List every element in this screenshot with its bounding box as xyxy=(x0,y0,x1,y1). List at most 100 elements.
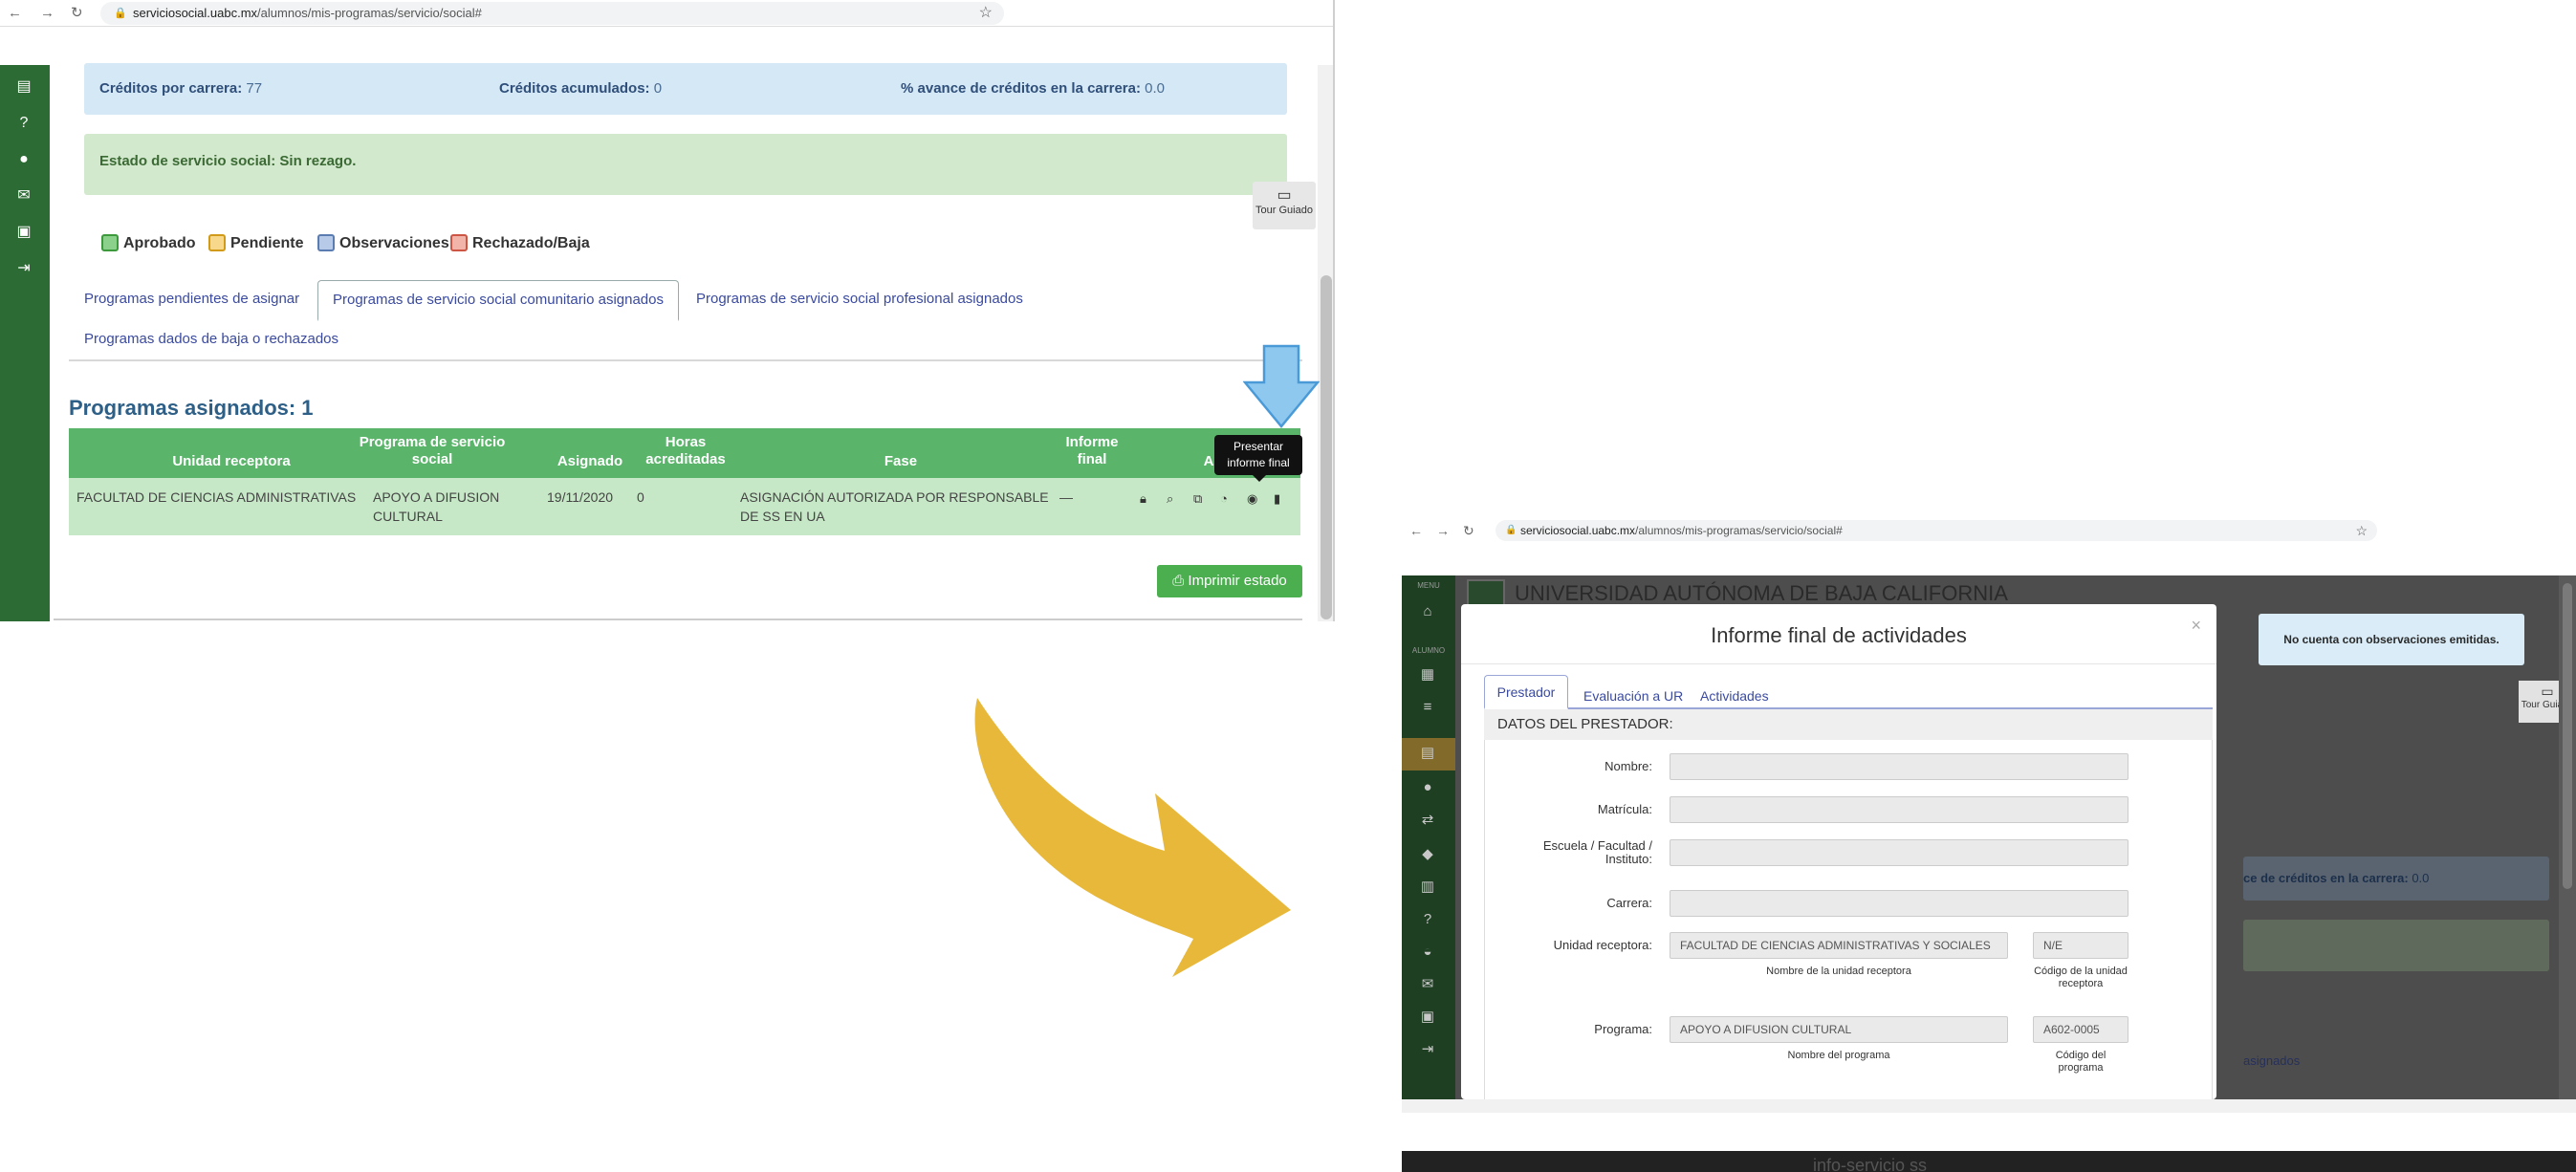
comments-action-icon[interactable]: ◔ xyxy=(1220,491,1228,506)
list-icon[interactable]: ≡ xyxy=(1418,698,1437,717)
th-unit: Unidad receptora xyxy=(172,453,291,469)
mail-icon[interactable]: ✉ xyxy=(13,185,34,206)
mail-icon[interactable]: ✉ xyxy=(1418,975,1437,994)
cell-hours: 0 xyxy=(637,489,644,505)
copy-action-icon[interactable]: ⧉ xyxy=(1193,491,1202,507)
calendar-icon[interactable]: ▦ xyxy=(1418,665,1437,684)
label-school: Escuela / Facultad / Instituto: xyxy=(1542,838,1652,866)
help-unit-name: Nombre de la unidad receptora xyxy=(1766,966,1911,977)
right-screenshot: ← → ↻ 🔒 serviciosocial.uabc.mx/alumnos/m… xyxy=(1402,512,2576,1172)
tab-evaluation[interactable]: Evaluación a UR xyxy=(1583,688,1683,704)
contact-icon[interactable]: ▣ xyxy=(13,222,34,243)
report-action-icon[interactable]: ▮ xyxy=(1274,491,1280,507)
vertical-scrollbar[interactable] xyxy=(2559,575,2576,1099)
school-field[interactable] xyxy=(1670,839,2128,866)
table-row: FACULTAD DE CIENCIAS ADMINISTRATIVAS APO… xyxy=(69,478,1300,535)
credits-panel: Créditos por carrera: 77 Créditos acumul… xyxy=(84,63,1287,115)
help-program-code: Código del programa xyxy=(2055,1050,2107,1074)
tab-professional[interactable]: Programas de servicio social profesional… xyxy=(696,291,1023,307)
reload-icon[interactable]: ↻ xyxy=(71,5,83,22)
forward-icon[interactable]: → xyxy=(40,5,55,22)
logout-icon[interactable]: ⇥ xyxy=(1418,1040,1437,1059)
name-field[interactable] xyxy=(1670,753,2128,780)
provider-section-header: DATOS DEL PRESTADOR: xyxy=(1484,709,2213,740)
tab-dropped[interactable]: Programas dados de baja o rechazados xyxy=(84,331,338,347)
browser-toolbar: ← → ↻ 🔒 serviciosocial.uabc.mx/alumnos/m… xyxy=(0,0,1333,27)
help-icon[interactable]: ? xyxy=(13,113,34,134)
document-icon[interactable]: ▤ xyxy=(13,76,34,98)
matricula-field[interactable] xyxy=(1670,796,2128,823)
lock-icon: 🔒 xyxy=(1505,525,1517,535)
label-unit: Unidad receptora: xyxy=(1553,938,1652,952)
tab-pending[interactable]: Programas pendientes de asignar xyxy=(84,291,299,307)
url-path: /alumnos/mis-programas/servicio/social# xyxy=(257,6,482,20)
home-icon[interactable]: ⌂ xyxy=(1418,602,1437,621)
page-footer: info-servicio ss xyxy=(1402,1151,2576,1172)
cell-report: — xyxy=(1059,489,1073,505)
reload-icon[interactable]: ↻ xyxy=(1463,522,1474,539)
help-program-name: Nombre del programa xyxy=(1787,1050,1890,1061)
th-assigned: Asignado xyxy=(557,453,623,469)
transfer-icon[interactable]: ⇄ xyxy=(1418,811,1437,830)
chat-icon[interactable]: ◒ xyxy=(1418,943,1437,962)
legend-approved: Aprobado xyxy=(101,234,196,252)
sidebar-right: MENU ⌂ ALUMNO ▦ ≡ ▤ ● ⇄ ◆ ▥ ? ◒ ✉ ▣ ⇥ xyxy=(1402,575,1455,1099)
close-icon[interactable]: × xyxy=(2191,616,2201,636)
program-code-field[interactable]: A602-0005 xyxy=(2033,1016,2128,1043)
address-bar[interactable]: 🔒 serviciosocial.uabc.mx/alumnos/mis-pro… xyxy=(1495,520,2377,541)
bookmark-star-icon[interactable]: ☆ xyxy=(2355,520,2368,541)
dimmed-tab-fragment: asignados xyxy=(2243,1053,2301,1068)
menu-tag: MENU xyxy=(1417,581,1440,590)
tab-community[interactable]: Programas de servicio social comunitario… xyxy=(317,280,679,321)
back-icon[interactable]: ← xyxy=(1409,522,1423,539)
th-report: Informe final xyxy=(1065,434,1119,467)
bottom-divider xyxy=(54,619,1302,620)
forward-icon[interactable]: → xyxy=(1436,522,1450,539)
table-icon[interactable]: ▤ xyxy=(1418,744,1437,763)
unit-field[interactable]: FACULTAD DE CIENCIAS ADMINISTRATIVAS Y S… xyxy=(1670,932,2008,959)
scroll-thumb[interactable] xyxy=(2563,583,2572,889)
student-tag: ALUMNO xyxy=(1411,646,1446,655)
scroll-thumb[interactable] xyxy=(1321,275,1332,619)
tooltip-present-report: Presentar informe final xyxy=(1214,435,1302,482)
tag-icon[interactable]: ◆ xyxy=(1418,845,1437,864)
label-name: Nombre: xyxy=(1605,759,1652,773)
user-action-icon[interactable]: ◉ xyxy=(1247,491,1257,507)
vertical-scrollbar[interactable] xyxy=(1318,65,1333,621)
lock-action-icon[interactable]: 🔒︎ xyxy=(1140,491,1146,507)
assigned-title: Programas asignados: 1 xyxy=(69,396,314,420)
tab-activities[interactable]: Actividades xyxy=(1700,688,1769,704)
logout-icon[interactable]: ⇥ xyxy=(13,258,34,279)
search-action-icon[interactable]: ⌕ xyxy=(1167,491,1173,507)
service-status: Estado de servicio social: Sin rezago. xyxy=(84,134,1287,195)
table-header: Unidad receptora Programa de servicio soc… xyxy=(69,428,1300,478)
address-bar[interactable]: 🔒 serviciosocial.uabc.mx/alumnos/mis-pro… xyxy=(100,2,1004,25)
bookmark-star-icon[interactable]: ☆ xyxy=(979,2,993,25)
help-icon[interactable]: ? xyxy=(1418,910,1437,929)
cell-unit: FACULTAD DE CIENCIAS ADMINISTRATIVAS xyxy=(76,489,357,505)
contact-icon[interactable]: ▣ xyxy=(1418,1008,1437,1027)
unit-code-field[interactable]: N/E xyxy=(2033,932,2128,959)
document-icon[interactable]: ▥ xyxy=(1418,878,1437,897)
cell-assigned: 19/11/2020 xyxy=(547,489,614,505)
credits-accumulated: Créditos acumulados: 0 xyxy=(499,80,663,97)
final-report-modal: Informe final de actividades × Prestador… xyxy=(1461,604,2216,1099)
print-status-button[interactable]: ⎙ Imprimir estado xyxy=(1157,565,1302,597)
back-icon[interactable]: ← xyxy=(8,5,22,22)
tab-provider[interactable]: Prestador xyxy=(1484,675,1568,709)
program-field[interactable]: APOYO A DIFUSION CULTURAL xyxy=(1670,1016,2008,1043)
user-icon[interactable]: ● xyxy=(1418,778,1437,797)
horizontal-scrollbar[interactable] xyxy=(1402,1099,2576,1113)
tour-button[interactable]: ▭ Tour Guiado xyxy=(1253,182,1316,229)
lock-icon: 🔒 xyxy=(114,8,127,19)
chat-icon[interactable]: ● xyxy=(13,149,34,170)
university-title: UNIVERSIDAD AUTÓNOMA DE BAJA CALIFORNIA xyxy=(1515,581,2008,605)
help-unit-code: Código de la unidad receptora xyxy=(2034,966,2128,989)
credits-per-career: Créditos por carrera: 77 xyxy=(99,80,263,97)
modal-title: Informe final de actividades xyxy=(1711,623,1967,647)
url-domain: serviciosocial.uabc.mx xyxy=(133,6,258,20)
left-screenshot: ← → ↻ 🔒 serviciosocial.uabc.mx/alumnos/m… xyxy=(0,0,1335,621)
career-field[interactable] xyxy=(1670,890,2128,917)
dimmed-progress-text: ce de créditos en la carrera: 0.0 xyxy=(2243,871,2430,885)
observations-alert: No cuenta con observaciones emitidas. xyxy=(2259,614,2524,665)
